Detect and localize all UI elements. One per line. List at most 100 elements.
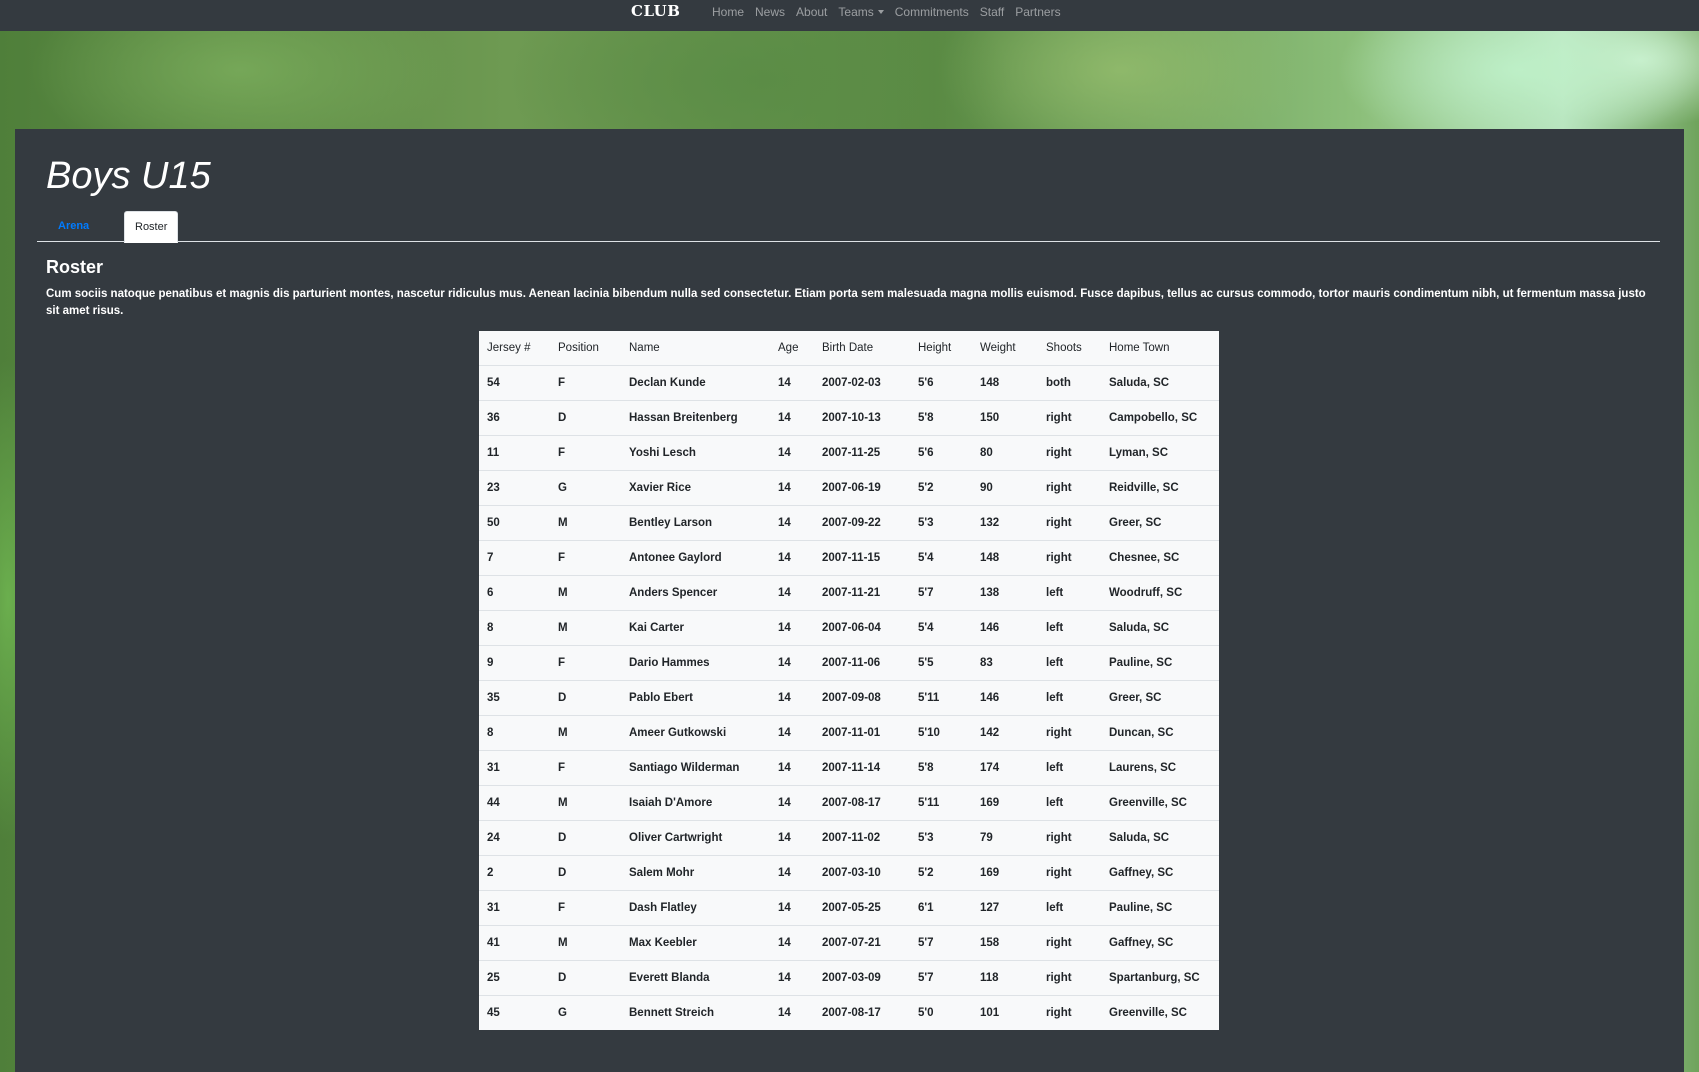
cell-age: 14 bbox=[770, 680, 814, 716]
nav-link-home[interactable]: Home bbox=[712, 5, 744, 19]
cell-jersey: 11 bbox=[479, 435, 550, 471]
table-row: 6 M Anders Spencer 14 2007-11-21 5'7 138 left Wo… bbox=[479, 575, 1219, 611]
cell-jersey: 31 bbox=[479, 890, 550, 926]
cell-age: 14 bbox=[770, 750, 814, 786]
table-row: 35 D Pablo Ebert 14 2007-09-08 5'11 146 left Gre… bbox=[479, 680, 1219, 716]
cell-height: 5'7 bbox=[910, 575, 972, 611]
cell-position: F bbox=[550, 365, 621, 401]
cell-position: F bbox=[550, 645, 621, 681]
cell-height: 5'10 bbox=[910, 715, 972, 751]
cell-weight: 90 bbox=[972, 470, 1038, 506]
cell-shoots: left bbox=[1038, 575, 1101, 611]
nav-link-staff[interactable]: Staff bbox=[980, 5, 1004, 19]
cell-jersey: 50 bbox=[479, 505, 550, 541]
table-row: 8 M Ameer Gutkowski 14 2007-11-01 5'10 142 righ… bbox=[479, 715, 1219, 751]
cell-weight: 148 bbox=[972, 365, 1038, 401]
cell-shoots: right bbox=[1038, 820, 1101, 856]
cell-name: Oliver Cartwright bbox=[621, 820, 770, 856]
cell-home-town: Saluda, SC bbox=[1101, 610, 1219, 646]
cell-weight: 127 bbox=[972, 890, 1038, 926]
cell-name: Ameer Gutkowski bbox=[621, 715, 770, 751]
nav-link-teams-label: Teams bbox=[838, 5, 874, 19]
cell-age: 14 bbox=[770, 995, 814, 1030]
nav-link-partners[interactable]: Partners bbox=[1015, 5, 1060, 19]
cell-birth-date: 2007-09-22 bbox=[814, 505, 910, 541]
table-row: 31 F Dash Flatley 14 2007-05-25 6'1 127 left Pau… bbox=[479, 890, 1219, 926]
cell-name: Bentley Larson bbox=[621, 505, 770, 541]
table-row: 36 D Hassan Breitenberg 14 2007-10-13 5'8 150 r… bbox=[479, 400, 1219, 436]
cell-jersey: 36 bbox=[479, 400, 550, 436]
table-row: 25 D Everett Blanda 14 2007-03-09 5'7 118 right… bbox=[479, 960, 1219, 996]
cell-age: 14 bbox=[770, 645, 814, 681]
cell-birth-date: 2007-03-09 bbox=[814, 960, 910, 996]
nav-link-teams-dropdown[interactable]: Teams bbox=[838, 5, 884, 19]
tab-roster[interactable]: Roster bbox=[124, 211, 179, 243]
cell-jersey: 41 bbox=[479, 925, 550, 961]
cell-height: 5'2 bbox=[910, 470, 972, 506]
cell-weight: 148 bbox=[972, 540, 1038, 576]
cell-age: 14 bbox=[770, 470, 814, 506]
cell-home-town: Greer, SC bbox=[1101, 505, 1219, 541]
cell-weight: 138 bbox=[972, 575, 1038, 611]
cell-jersey: 44 bbox=[479, 785, 550, 821]
cell-weight: 150 bbox=[972, 400, 1038, 436]
cell-age: 14 bbox=[770, 505, 814, 541]
cell-age: 14 bbox=[770, 365, 814, 401]
nav-link-about[interactable]: About bbox=[796, 5, 827, 19]
cell-name: Max Keebler bbox=[621, 925, 770, 961]
cell-weight: 146 bbox=[972, 610, 1038, 646]
table-row: 50 M Bentley Larson 14 2007-09-22 5'3 132 right… bbox=[479, 505, 1219, 541]
cell-name: Isaiah D'Amore bbox=[621, 785, 770, 821]
cell-position: F bbox=[550, 750, 621, 786]
column-header-weight: Weight bbox=[980, 342, 1016, 354]
brand-logo[interactable]: CLUB bbox=[631, 2, 680, 20]
cell-home-town: Duncan, SC bbox=[1101, 715, 1219, 751]
cell-home-town: Greer, SC bbox=[1101, 680, 1219, 716]
tab-arena[interactable]: Arena bbox=[48, 211, 99, 241]
roster-table-container: Jersey # Position Name Age Birth Date Height W… bbox=[479, 331, 1219, 1030]
cell-age: 14 bbox=[770, 715, 814, 751]
cell-height: 5'3 bbox=[910, 505, 972, 541]
cell-shoots: left bbox=[1038, 890, 1101, 926]
cell-height: 5'7 bbox=[910, 925, 972, 961]
nav-link-commitments[interactable]: Commitments bbox=[895, 5, 969, 19]
table-row: 7 F Antonee Gaylord 14 2007-11-15 5'4 148 right… bbox=[479, 540, 1219, 576]
cell-height: 5'6 bbox=[910, 365, 972, 401]
cell-birth-date: 2007-09-08 bbox=[814, 680, 910, 716]
cell-weight: 146 bbox=[972, 680, 1038, 716]
cell-home-town: Saluda, SC bbox=[1101, 365, 1219, 401]
cell-position: D bbox=[550, 960, 621, 996]
cell-home-town: Woodruff, SC bbox=[1101, 575, 1219, 611]
cell-jersey: 31 bbox=[479, 750, 550, 786]
cell-jersey: 54 bbox=[479, 365, 550, 401]
cell-birth-date: 2007-11-21 bbox=[814, 575, 910, 611]
cell-home-town: Greenville, SC bbox=[1101, 995, 1219, 1030]
cell-home-town: Saluda, SC bbox=[1101, 820, 1219, 856]
cell-weight: 169 bbox=[972, 855, 1038, 891]
cell-position: M bbox=[550, 785, 621, 821]
cell-name: Dario Hammes bbox=[621, 645, 770, 681]
cell-name: Salem Mohr bbox=[621, 855, 770, 891]
cell-shoots: left bbox=[1038, 750, 1101, 786]
cell-name: Declan Kunde bbox=[621, 365, 770, 401]
column-header-position: Position bbox=[558, 342, 599, 354]
cell-name: Bennett Streich bbox=[621, 995, 770, 1030]
table-row: 2 D Salem Mohr 14 2007-03-10 5'2 169 right Gaffn… bbox=[479, 855, 1219, 891]
cell-name: Pablo Ebert bbox=[621, 680, 770, 716]
cell-height: 5'11 bbox=[910, 680, 972, 716]
cell-weight: 118 bbox=[972, 960, 1038, 996]
nav-link-news[interactable]: News bbox=[755, 5, 785, 19]
cell-age: 14 bbox=[770, 890, 814, 926]
cell-shoots: left bbox=[1038, 610, 1101, 646]
table-row: 11 F Yoshi Lesch 14 2007-11-25 5'6 80 right Lyma… bbox=[479, 435, 1219, 471]
cell-age: 14 bbox=[770, 400, 814, 436]
cell-position: G bbox=[550, 470, 621, 506]
cell-position: G bbox=[550, 995, 621, 1030]
cell-position: F bbox=[550, 435, 621, 471]
table-row: 9 F Dario Hammes 14 2007-11-06 5'5 83 left Pauli… bbox=[479, 645, 1219, 681]
cell-shoots: right bbox=[1038, 995, 1101, 1030]
cell-weight: 101 bbox=[972, 995, 1038, 1030]
content-panel: Boys U15 Arena Roster Roster Cum sociis … bbox=[15, 129, 1684, 1072]
table-row: 8 M Kai Carter 14 2007-06-04 5'4 146 left Saluda… bbox=[479, 610, 1219, 646]
cell-height: 5'7 bbox=[910, 960, 972, 996]
